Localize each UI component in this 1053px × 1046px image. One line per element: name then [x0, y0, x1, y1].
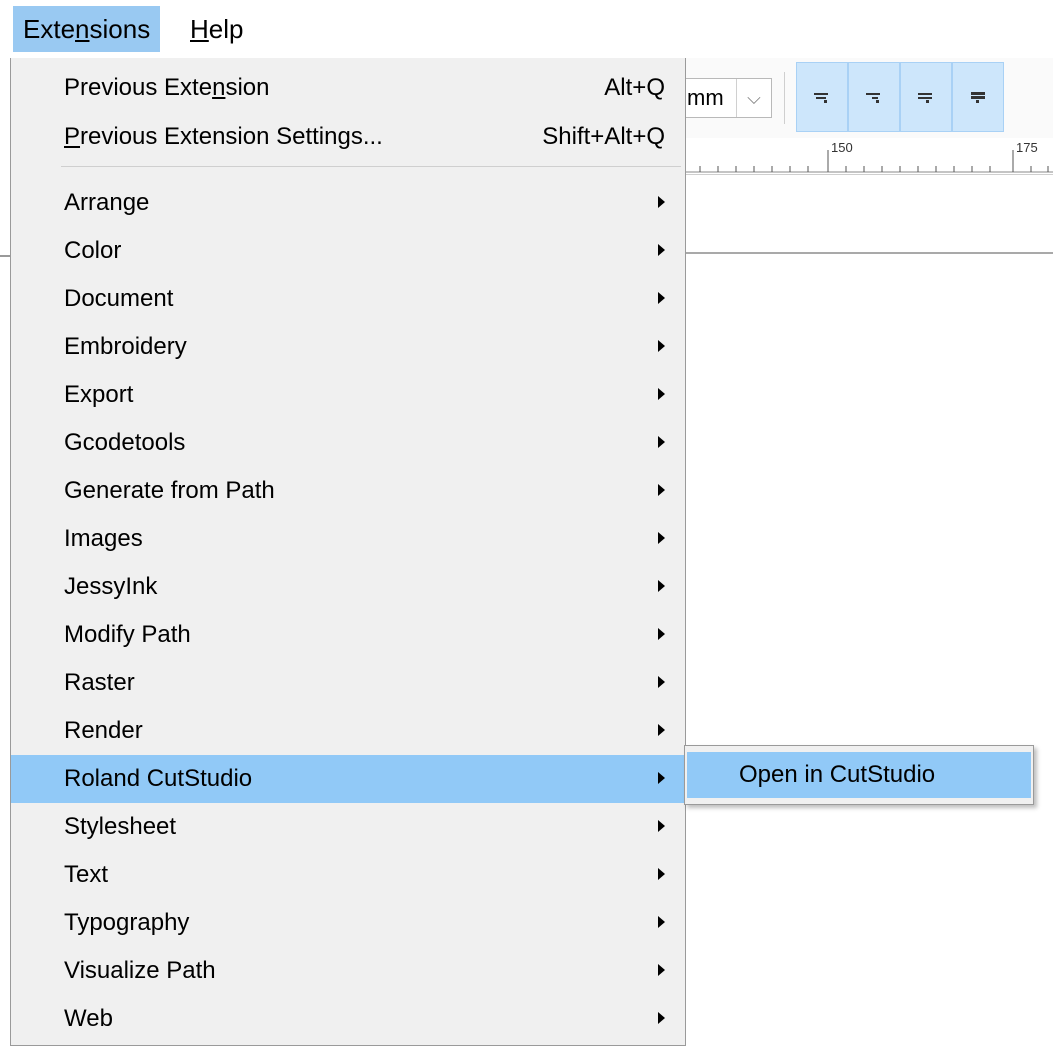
menu-item-generate-from-path[interactable]: Generate from Path [11, 467, 685, 515]
menu-item-images[interactable]: Images [11, 515, 685, 563]
submenu-arrow-icon [658, 484, 665, 496]
submenu-arrow-icon [658, 676, 665, 688]
snap-button-2[interactable] [848, 62, 900, 132]
snap-icon [971, 92, 985, 103]
submenu-arrow-icon [658, 436, 665, 448]
submenu-arrow-icon [658, 580, 665, 592]
menu-item-raster[interactable]: Raster [11, 659, 685, 707]
unit-select[interactable]: mm ⌵ [684, 78, 772, 118]
menu-item-color[interactable]: Color [11, 227, 685, 275]
snap-button-3[interactable] [900, 62, 952, 132]
menu-item-arrange[interactable]: Arrange [11, 179, 685, 227]
submenu-item-open-in-cutstudio[interactable]: Open in CutStudio [687, 752, 1031, 798]
menubar: Extensions Help [0, 0, 1053, 58]
submenu-arrow-icon [658, 340, 665, 352]
menu-item-export[interactable]: Export [11, 371, 685, 419]
submenu-arrow-icon [658, 916, 665, 928]
canvas-left-edge [0, 58, 10, 1046]
snap-button-4[interactable] [952, 62, 1004, 132]
chevron-down-icon: ⌵ [736, 79, 771, 117]
toolbar-separator [784, 72, 785, 124]
submenu-arrow-icon [658, 628, 665, 640]
unit-select-value: mm [687, 85, 724, 110]
menu-item-label: Previous Extension [64, 74, 270, 101]
submenu-arrow-icon [658, 724, 665, 736]
submenu-arrow-icon [658, 820, 665, 832]
roland-cutstudio-submenu: Open in CutStudio [684, 745, 1034, 805]
menu-item-gcodetools[interactable]: Gcodetools [11, 419, 685, 467]
menubar-extensions[interactable]: Extensions [13, 6, 161, 52]
menu-item-modify-path[interactable]: Modify Path [11, 611, 685, 659]
snap-button-1[interactable] [796, 62, 848, 132]
menu-item-shortcut: Alt+Q [604, 74, 665, 101]
menu-item-visualize-path[interactable]: Visualize Path [11, 947, 685, 995]
ruler-ticks [686, 150, 1053, 173]
menubar-help[interactable]: Help [180, 6, 253, 52]
extensions-menu: Previous Extension Alt+Q Previous Extens… [10, 58, 686, 1046]
submenu-arrow-icon [658, 244, 665, 256]
menu-item-roland-cutstudio[interactable]: Roland CutStudio [11, 755, 685, 803]
snap-icon [814, 93, 828, 103]
menu-separator [61, 166, 681, 167]
ruler-label-175: 175 [1016, 140, 1038, 155]
menu-item-document[interactable]: Document [11, 275, 685, 323]
menu-item-previous-extension-settings[interactable]: Previous Extension Settings... Shift+Alt… [11, 113, 685, 161]
canvas-left-edge-mark [0, 255, 10, 257]
submenu-arrow-icon [658, 196, 665, 208]
ruler-label-150: 150 [831, 140, 853, 155]
menu-item-web[interactable]: Web [11, 995, 685, 1043]
menu-item-label: Previous Extension Settings... [64, 123, 383, 150]
menu-item-render[interactable]: Render [11, 707, 685, 755]
submenu-arrow-icon [658, 292, 665, 304]
menu-item-embroidery[interactable]: Embroidery [11, 323, 685, 371]
snap-icon [866, 93, 880, 103]
menu-item-text[interactable]: Text [11, 851, 685, 899]
menu-item-stylesheet[interactable]: Stylesheet [11, 803, 685, 851]
menu-item-shortcut: Shift+Alt+Q [542, 123, 665, 150]
submenu-arrow-icon [658, 1012, 665, 1024]
menu-item-jessyink[interactable]: JessyInk [11, 563, 685, 611]
submenu-arrow-icon [658, 388, 665, 400]
snap-icon [918, 93, 932, 103]
horizontal-ruler: 150 175 [686, 138, 1053, 175]
submenu-arrow-icon [658, 772, 665, 784]
submenu-arrow-icon [658, 868, 665, 880]
submenu-arrow-icon [658, 964, 665, 976]
submenu-arrow-icon [658, 532, 665, 544]
canvas-edge-line [686, 252, 1053, 254]
menu-item-typography[interactable]: Typography [11, 899, 685, 947]
menu-item-previous-extension[interactable]: Previous Extension Alt+Q [11, 64, 685, 112]
